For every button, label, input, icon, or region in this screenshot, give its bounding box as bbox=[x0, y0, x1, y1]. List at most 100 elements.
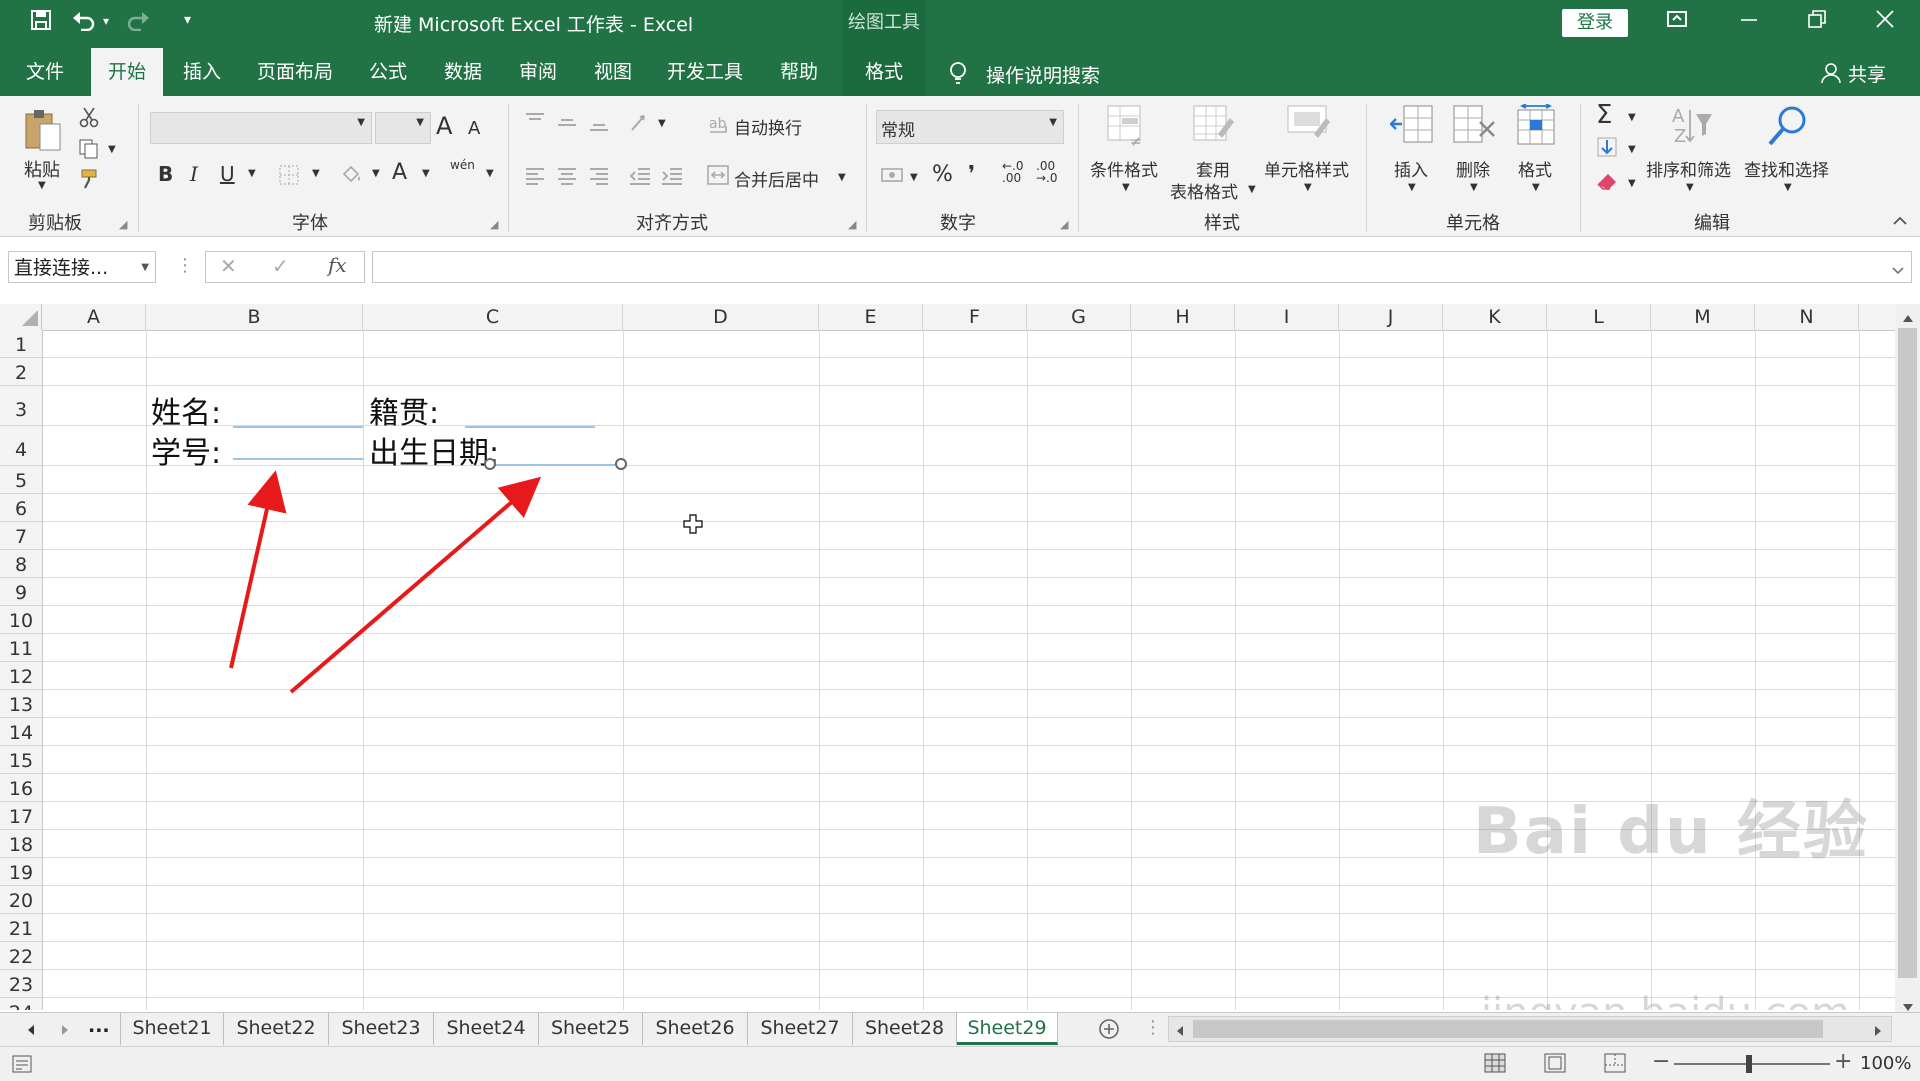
wrap-text-button[interactable]: 自动换行 bbox=[734, 114, 802, 139]
lightbulb-icon[interactable] bbox=[948, 61, 968, 90]
tab-insert[interactable]: 插入 bbox=[170, 48, 234, 96]
number-format-dropdown-icon[interactable]: ▼ bbox=[1049, 117, 1057, 128]
column-header-b[interactable]: B bbox=[146, 304, 363, 330]
cell-styles-icon[interactable] bbox=[1286, 104, 1330, 148]
ribbon-display-options-icon[interactable] bbox=[1666, 8, 1688, 36]
column-header-h[interactable]: H bbox=[1131, 304, 1235, 330]
italic-button[interactable]: I bbox=[190, 162, 198, 186]
sheet-tab[interactable]: Sheet26 bbox=[643, 1013, 748, 1045]
fill-color-icon[interactable] bbox=[340, 162, 364, 191]
horizontal-scrollbar[interactable] bbox=[1168, 1016, 1892, 1042]
row-header[interactable]: 23 bbox=[0, 970, 42, 998]
increase-indent-icon[interactable] bbox=[660, 166, 684, 191]
underline-dropdown-icon[interactable]: ▼ bbox=[248, 168, 256, 179]
insert-cells-button[interactable]: 插入 bbox=[1394, 156, 1428, 181]
row-header[interactable]: 17 bbox=[0, 802, 42, 830]
row-header[interactable]: 9 bbox=[0, 578, 42, 606]
align-left-icon[interactable] bbox=[524, 166, 546, 191]
grow-font-button[interactable]: A bbox=[436, 112, 452, 140]
percent-button[interactable]: % bbox=[932, 162, 953, 187]
save-icon[interactable] bbox=[30, 9, 52, 37]
page-layout-view-icon[interactable] bbox=[1544, 1053, 1566, 1078]
tab-formulas[interactable]: 公式 bbox=[357, 48, 419, 96]
tab-developer[interactable]: 开发工具 bbox=[657, 48, 753, 96]
clear-dropdown-icon[interactable]: ▼ bbox=[1628, 178, 1636, 189]
underline-button[interactable]: U bbox=[220, 162, 235, 186]
expand-formula-bar-icon[interactable] bbox=[1891, 260, 1905, 281]
collapse-ribbon-icon[interactable] bbox=[1892, 214, 1908, 230]
zoom-in-button[interactable]: + bbox=[1834, 1049, 1852, 1074]
worksheet-grid[interactable]: 姓名: 籍贯: 学号: 出生日期: Bai du 经验 jingyan.baid… bbox=[43, 330, 1895, 1010]
merge-center-icon[interactable] bbox=[706, 164, 730, 191]
fill-color-dropdown-icon[interactable]: ▼ bbox=[372, 168, 380, 179]
font-launcher-icon[interactable]: ◢ bbox=[490, 218, 498, 231]
accounting-dropdown-icon[interactable]: ▼ bbox=[910, 172, 918, 183]
column-header-g[interactable]: G bbox=[1027, 304, 1131, 330]
delete-cells-icon[interactable] bbox=[1452, 104, 1495, 148]
conditional-formatting-button[interactable]: 条件格式 bbox=[1090, 156, 1158, 181]
tab-review[interactable]: 审阅 bbox=[507, 48, 569, 96]
copy-dropdown-icon[interactable]: ▼ bbox=[108, 144, 116, 155]
format-as-table-line2[interactable]: 表格格式 bbox=[1170, 178, 1238, 203]
row-header[interactable]: 22 bbox=[0, 942, 42, 970]
share-person-icon[interactable] bbox=[1820, 62, 1842, 89]
delete-cells-dropdown-icon[interactable]: ▼ bbox=[1470, 182, 1478, 193]
row-header[interactable]: 18 bbox=[0, 830, 42, 858]
sort-filter-icon[interactable]: AZ bbox=[1670, 104, 1712, 148]
tab-page-layout[interactable]: 页面布局 bbox=[247, 48, 343, 96]
zoom-out-button[interactable]: − bbox=[1652, 1049, 1670, 1074]
row-header[interactable]: 6 bbox=[0, 494, 42, 522]
column-header-k[interactable]: K bbox=[1443, 304, 1547, 330]
enter-button[interactable]: ✓ bbox=[272, 254, 289, 278]
tab-split-grip-icon[interactable]: ⋮ bbox=[1144, 1017, 1162, 1038]
undo-dropdown-icon[interactable]: ▾ bbox=[103, 14, 109, 28]
middle-align-icon[interactable] bbox=[556, 112, 578, 137]
decrease-indent-icon[interactable] bbox=[628, 166, 652, 191]
font-size-combo[interactable]: ▼ bbox=[375, 112, 431, 144]
row-header[interactable]: 15 bbox=[0, 746, 42, 774]
delete-cells-button[interactable]: 删除 bbox=[1456, 156, 1490, 181]
horizontal-scroll-thumb[interactable] bbox=[1193, 1020, 1823, 1038]
tab-view[interactable]: 视图 bbox=[582, 48, 644, 96]
format-as-table-dropdown-icon[interactable]: ▼ bbox=[1248, 184, 1256, 195]
normal-view-icon[interactable] bbox=[1484, 1053, 1506, 1078]
row-header[interactable]: 21 bbox=[0, 914, 42, 942]
find-select-dropdown-icon[interactable]: ▼ bbox=[1784, 182, 1792, 193]
font-color-button[interactable]: A bbox=[392, 160, 407, 185]
tab-home[interactable]: 开始 bbox=[91, 48, 163, 96]
tab-format[interactable]: 格式 bbox=[842, 48, 926, 96]
tab-data[interactable]: 数据 bbox=[432, 48, 494, 96]
vertical-scrollbar[interactable] bbox=[1895, 304, 1920, 1014]
macro-record-icon[interactable] bbox=[12, 1055, 32, 1078]
insert-cells-dropdown-icon[interactable]: ▼ bbox=[1408, 182, 1416, 193]
orientation-dropdown-icon[interactable]: ▼ bbox=[658, 118, 666, 129]
row-header[interactable]: 1 bbox=[0, 330, 42, 358]
row-header[interactable]: 5 bbox=[0, 466, 42, 494]
row-header[interactable]: 20 bbox=[0, 886, 42, 914]
page-break-view-icon[interactable] bbox=[1604, 1053, 1626, 1078]
row-header[interactable]: 3 bbox=[0, 386, 42, 426]
autosum-dropdown-icon[interactable]: ▼ bbox=[1628, 112, 1636, 123]
row-header[interactable]: 16 bbox=[0, 774, 42, 802]
bottom-align-icon[interactable] bbox=[588, 112, 610, 137]
close-icon[interactable] bbox=[1874, 8, 1896, 36]
cell-styles-dropdown-icon[interactable]: ▼ bbox=[1304, 182, 1312, 193]
fill-down-icon[interactable] bbox=[1596, 136, 1618, 163]
tell-me-search[interactable]: 操作说明搜索 bbox=[986, 61, 1100, 88]
sheet-tab[interactable]: Sheet25 bbox=[539, 1013, 643, 1045]
insert-function-button[interactable]: fx bbox=[328, 253, 347, 277]
sheet-tab[interactable]: Sheet21 bbox=[120, 1013, 224, 1045]
sheet-tab[interactable]: Sheet23 bbox=[329, 1013, 434, 1045]
sheet-tab-active[interactable]: Sheet29 bbox=[957, 1013, 1058, 1045]
borders-icon[interactable] bbox=[278, 164, 300, 191]
autosum-button[interactable]: Σ bbox=[1596, 100, 1612, 130]
font-name-combo[interactable]: ▼ bbox=[150, 112, 372, 144]
row-header[interactable]: 14 bbox=[0, 718, 42, 746]
format-as-table-icon[interactable] bbox=[1192, 104, 1234, 148]
row-header[interactable]: 13 bbox=[0, 690, 42, 718]
row-header[interactable]: 4 bbox=[0, 426, 42, 466]
fill-down-dropdown-icon[interactable]: ▼ bbox=[1628, 144, 1636, 155]
select-all-button[interactable] bbox=[0, 304, 42, 330]
new-sheet-icon[interactable] bbox=[1098, 1018, 1120, 1045]
column-header-c[interactable]: C bbox=[363, 304, 623, 330]
